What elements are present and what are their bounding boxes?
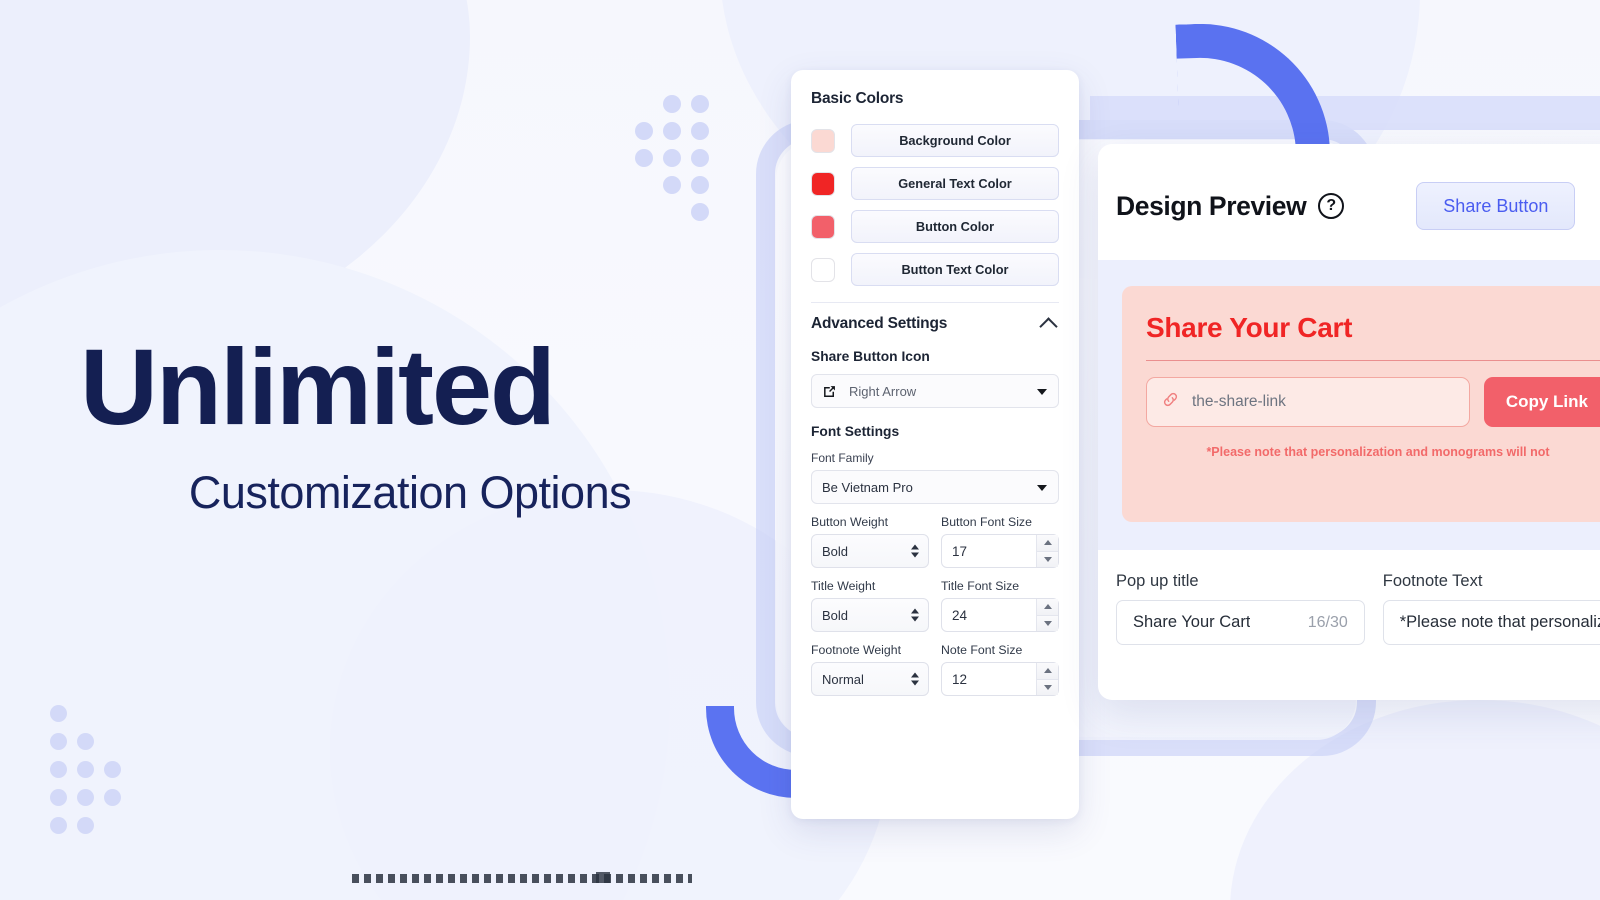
popup-title-field: Pop up title Share Your Cart 16/30 (1116, 572, 1365, 645)
page-subtitle: Customization Options (188, 467, 632, 519)
color-swatch-button-text[interactable] (811, 257, 835, 282)
chevron-up-icon[interactable] (1039, 316, 1058, 336)
share-link-input[interactable]: the-share-link (1146, 377, 1470, 427)
button-font-size-label: Button Font Size (941, 515, 1032, 529)
panel-divider (811, 302, 1059, 303)
font-family-value: Be Vietnam Pro (822, 479, 913, 495)
decorative-band (1090, 96, 1600, 130)
chevron-down-icon (1037, 389, 1047, 395)
decrement-button[interactable] (1037, 614, 1058, 631)
footnote-weight-value: Normal (822, 671, 864, 687)
footnote-weight-label: Footnote Weight (811, 643, 902, 657)
page-root: Unlimited Customization Options Basic Co… (0, 0, 1600, 900)
link-icon (1161, 390, 1180, 414)
settings-panel: Basic Colors Background Color General Te… (791, 70, 1079, 819)
title-font-size-input[interactable]: 24 (941, 598, 1059, 632)
spinner[interactable] (1036, 535, 1058, 567)
color-row: Button Color (811, 210, 1059, 243)
chevron-down-icon (1037, 485, 1047, 491)
footnote-text-field: Footnote Text *Please note that personal… (1382, 572, 1600, 645)
spinner[interactable] (1036, 663, 1058, 695)
popup-footnote: *Please note that personalization and mo… (1206, 445, 1550, 459)
copy-link-button[interactable]: Copy Link (1483, 377, 1600, 427)
popup-divider (1146, 360, 1600, 361)
popup-link-row: the-share-link Copy Link (1146, 377, 1600, 427)
color-row: General Text Color (811, 167, 1059, 200)
button-font-size-input[interactable]: 17 (941, 534, 1059, 568)
cropped-bottom-element-2 (596, 872, 610, 883)
footnote-weight-select[interactable]: Normal (811, 662, 929, 696)
popup-title-label: Pop up title (1116, 572, 1199, 590)
color-row: Background Color (811, 124, 1059, 157)
popup-title: Share Your Cart (1146, 312, 1353, 343)
cropped-bottom-element (352, 874, 692, 883)
font-family-select[interactable]: Be Vietnam Pro (811, 470, 1059, 504)
share-button-icon-value: Right Arrow (849, 383, 917, 399)
button-weight-label: Button Weight (811, 515, 889, 529)
footnote-text-label: Footnote Text (1382, 572, 1483, 590)
decrement-button[interactable] (1037, 550, 1058, 567)
note-font-size-label: Note Font Size (941, 643, 1023, 657)
footnote-text-input[interactable]: *Please note that personalization (1382, 600, 1600, 645)
background-blob-top-left (0, 0, 470, 350)
dot-pattern-top (635, 95, 725, 225)
basic-colors-heading: Basic Colors (811, 90, 904, 107)
note-font-size-input[interactable]: 12 (941, 662, 1059, 696)
color-rows: Background Color General Text Color Butt… (811, 124, 1059, 286)
preview-body: Share Your Cart the-share-link Copy Link… (1098, 260, 1600, 550)
button-weight-value: Bold (822, 543, 849, 559)
increment-button[interactable] (1037, 599, 1058, 615)
color-swatch-background[interactable] (811, 128, 835, 153)
spinner[interactable] (1036, 599, 1058, 631)
hero: Unlimited Customization Options (80, 330, 740, 519)
title-weight-label: Title Weight (811, 579, 876, 593)
background-color-button[interactable]: Background Color (851, 124, 1059, 157)
share-button-icon-label: Share Button Icon (811, 349, 930, 364)
share-cart-popup: Share Your Cart the-share-link Copy Link… (1122, 286, 1600, 522)
button-text-color-button[interactable]: Button Text Color (851, 253, 1059, 286)
question-mark-icon[interactable]: ? (1318, 193, 1345, 219)
dot-pattern-bottom (50, 705, 140, 835)
external-link-icon (822, 384, 837, 399)
weight-size-row-1: Button Weight Bold Button Font Size 17 (811, 504, 1059, 568)
page-title: Unlimited (80, 326, 556, 447)
font-settings-heading: Font Settings (811, 424, 900, 439)
general-text-color-button[interactable]: General Text Color (851, 167, 1059, 200)
share-link-placeholder: the-share-link (1192, 393, 1286, 410)
weight-size-row-2: Title Weight Bold Title Font Size 24 (811, 568, 1059, 632)
color-swatch-button[interactable] (811, 214, 835, 239)
footnote-text-value: *Please note that personalization (1399, 613, 1600, 631)
color-swatch-general-text[interactable] (811, 171, 835, 196)
note-font-size-value: 12 (952, 671, 968, 687)
preview-header: Design Preview ? Share Button (1098, 144, 1600, 230)
design-preview-card: Design Preview ? Share Button Share Your… (1098, 144, 1600, 700)
preview-title: Design Preview (1116, 190, 1307, 221)
popup-title-value: Share Your Cart (1133, 613, 1251, 631)
increment-button[interactable] (1037, 663, 1058, 679)
advanced-settings-heading: Advanced Settings (811, 315, 948, 332)
updown-icon[interactable] (911, 608, 919, 622)
button-weight-select[interactable]: Bold (811, 534, 929, 568)
button-font-size-value: 17 (952, 543, 968, 559)
popup-title-counter: 16/30 (1307, 613, 1348, 631)
title-font-size-value: 24 (952, 607, 968, 623)
advanced-settings-header[interactable]: Advanced Settings (811, 315, 1059, 336)
share-button[interactable]: Share Button (1416, 182, 1576, 230)
popup-title-input[interactable]: Share Your Cart 16/30 (1116, 600, 1365, 645)
updown-icon[interactable] (911, 672, 919, 686)
title-weight-select[interactable]: Bold (811, 598, 929, 632)
font-family-label: Font Family (811, 451, 874, 465)
weight-size-row-3: Footnote Weight Normal Note Font Size 12 (811, 632, 1059, 696)
decrement-button[interactable] (1037, 678, 1058, 695)
share-button-icon-select[interactable]: Right Arrow (811, 374, 1059, 408)
preview-fields: Pop up title Share Your Cart 16/30 Footn… (1098, 550, 1600, 645)
button-color-button[interactable]: Button Color (851, 210, 1059, 243)
title-font-size-label: Title Font Size (941, 579, 1020, 593)
updown-icon[interactable] (911, 544, 919, 558)
color-row: Button Text Color (811, 253, 1059, 286)
title-weight-value: Bold (822, 607, 849, 623)
increment-button[interactable] (1037, 535, 1058, 551)
